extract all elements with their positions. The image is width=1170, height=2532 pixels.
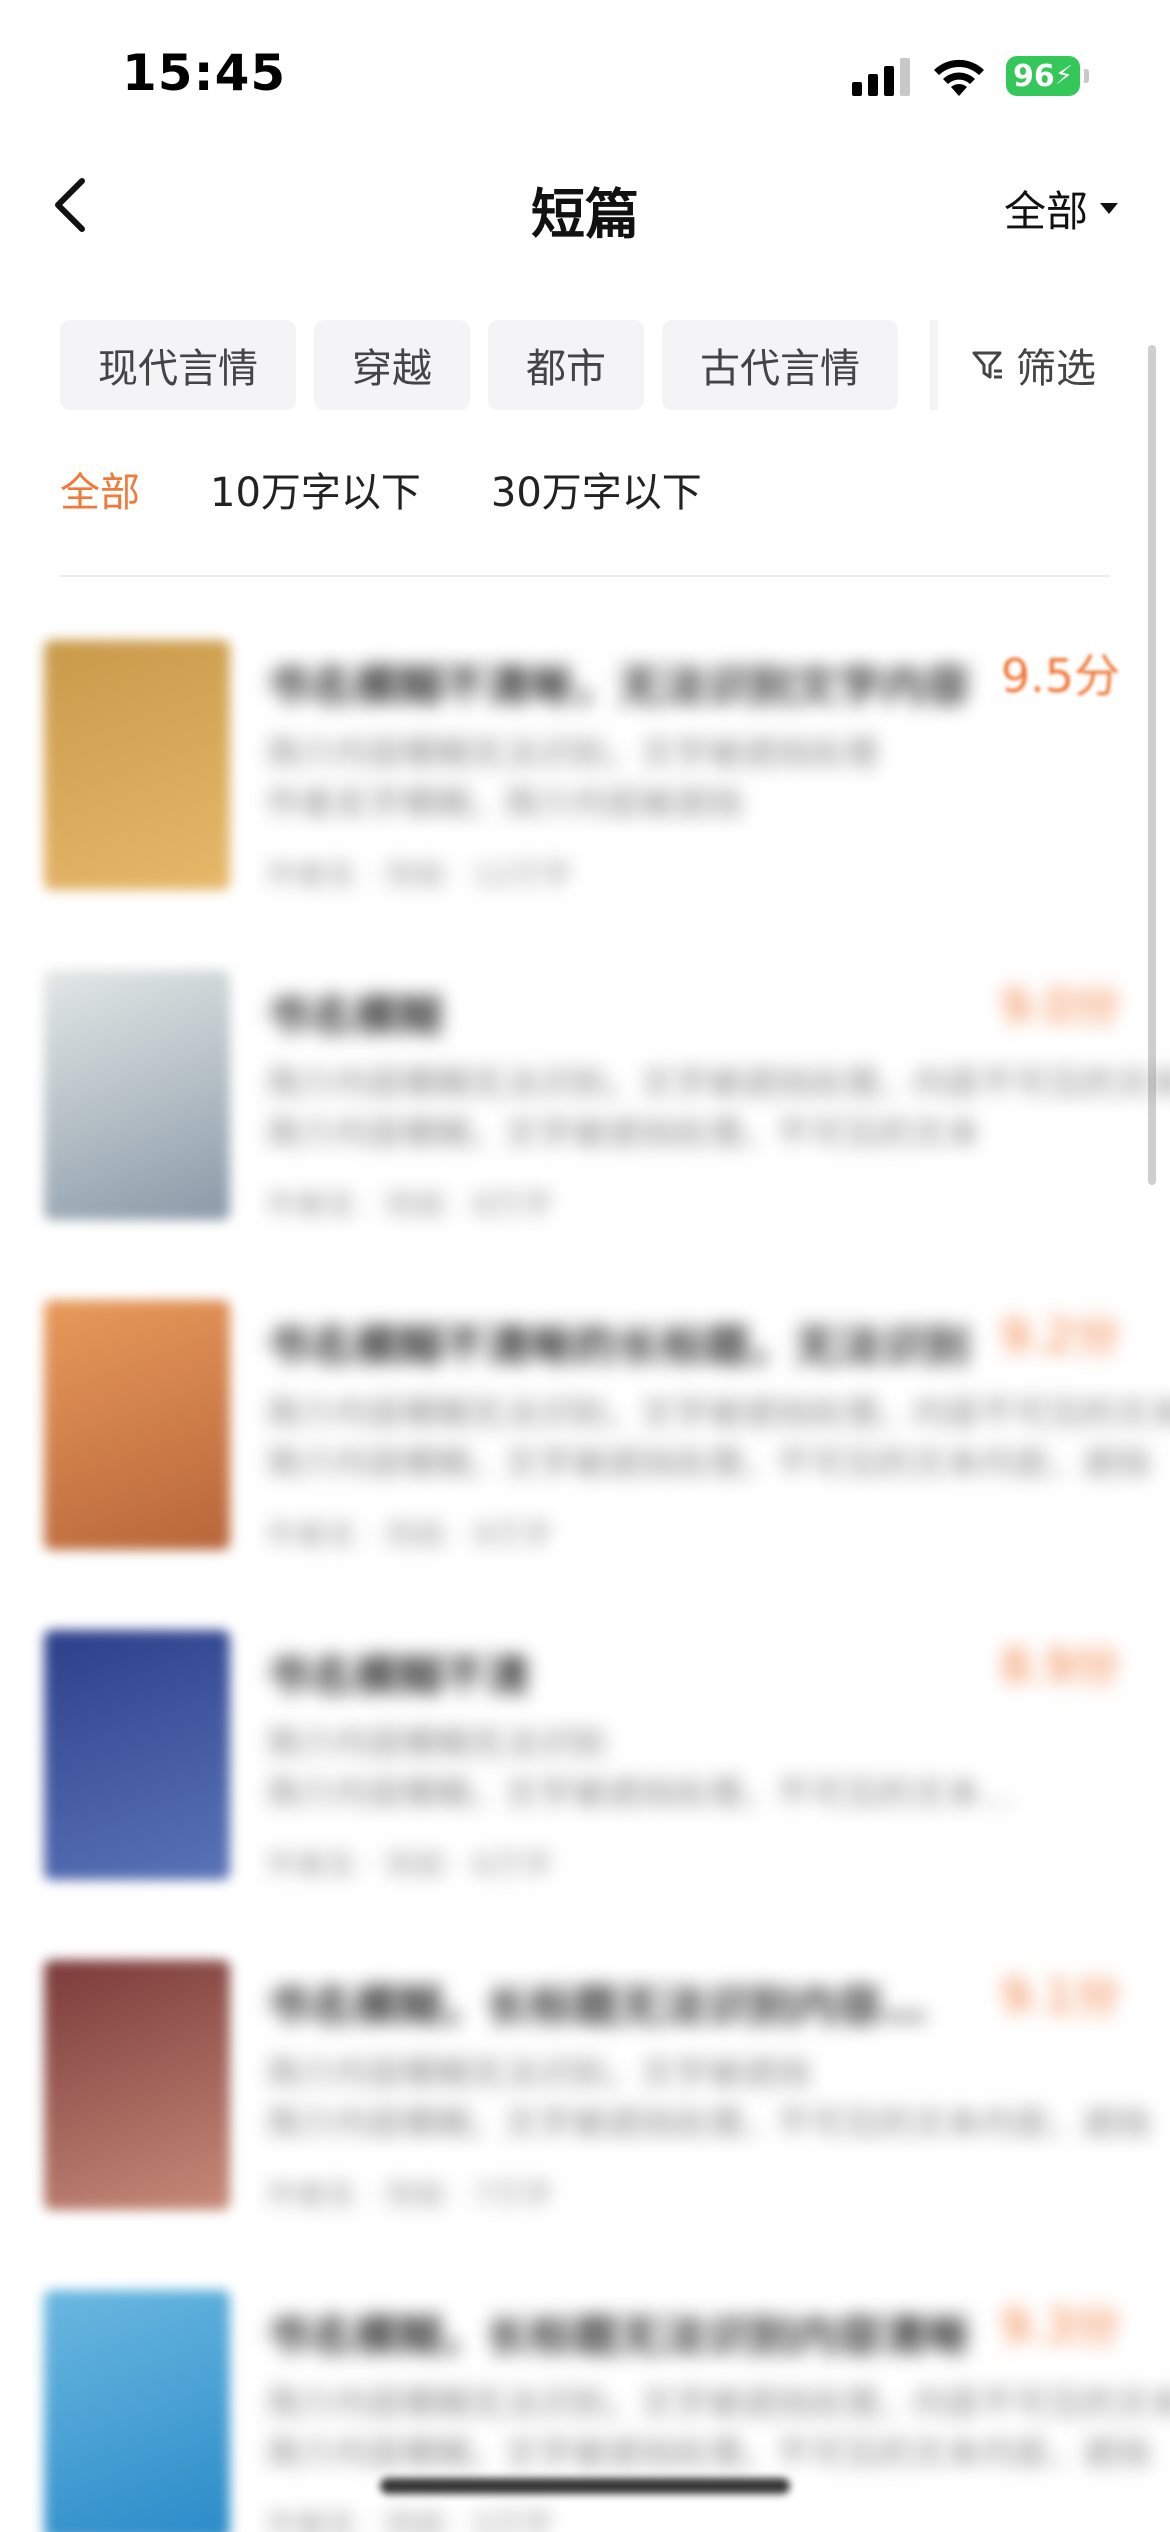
- battery-level: 96: [1012, 58, 1055, 94]
- book-meta: 作者名 · 完结 · 8万字: [266, 1188, 553, 1223]
- category-chip-modern-romance[interactable]: 现代言情: [60, 320, 296, 410]
- book-summary-line: 作者名字模糊，简介内容被遮挡: [266, 784, 742, 824]
- book-summary-line: 简介内容模糊无法识别，文字被遮挡处理，内容不可见的文本: [266, 2384, 1170, 2424]
- book-cover: [44, 1300, 230, 1550]
- book-score: 9.3分: [1000, 2299, 1120, 2353]
- book-meta: 作者名 · 完结 · 12万字: [266, 858, 572, 893]
- word-count-tab-under-300k[interactable]: 30万字以下: [491, 460, 702, 518]
- filter-button-label: 筛选: [1016, 346, 1096, 392]
- book-score: 8.9分: [1000, 1639, 1120, 1693]
- book-summary-line: 简介内容模糊无法识别，文字被遮挡处理，内容不可见的文本: [266, 1064, 1170, 1104]
- category-chip-ancient-romance[interactable]: 古代言情: [662, 320, 898, 410]
- book-meta: 作者名 · 完结 · 5万字: [266, 2508, 553, 2532]
- book-score: 9.0分: [1000, 979, 1120, 1033]
- book-item[interactable]: 书名模糊，长标题无法识别内容… 简介内容模糊无法识别，文字被遮挡 简介内容模糊，…: [0, 1950, 1170, 2280]
- book-summary-line: 简介内容模糊，文字被遮挡处理，不可见的文本内容，遮挡: [266, 1444, 1150, 1484]
- book-cover: [44, 1960, 230, 2210]
- book-item[interactable]: 书名模糊不清晰，无法识别文字内容 简介内容模糊无法识别，文字被遮挡处理 作者名字…: [0, 630, 1170, 960]
- battery-icon: 96 ⚡: [1006, 56, 1080, 96]
- wifi-icon: [934, 59, 984, 96]
- book-title: 书名模糊: [266, 991, 442, 1042]
- book-meta: 作者名 · 完结 · 6万字: [266, 1848, 553, 1883]
- book-score: 9.5分: [1000, 649, 1120, 703]
- book-item[interactable]: 书名模糊不清 简介内容模糊无法识别 简介内容模糊，文字被遮挡处理，不可见的文本……: [0, 1620, 1170, 1950]
- nav-filter-dropdown[interactable]: 全部: [1004, 178, 1118, 239]
- book-cover: [44, 640, 230, 890]
- funnel-icon: [972, 351, 1002, 379]
- category-chip-time-travel[interactable]: 穿越: [314, 320, 470, 410]
- book-meta: 作者名 · 完结 · 9万字: [266, 1518, 553, 1553]
- page: 15:45 96 ⚡ 短篇 全部 现代言情 穿越 都市 古代言情 筛选 全部 1…: [0, 0, 1170, 2532]
- book-score: 9.2分: [1000, 1309, 1120, 1363]
- book-summary-line: 简介内容模糊，文字被遮挡处理，不可见的文本: [266, 1114, 980, 1154]
- book-item[interactable]: 书名模糊不清晰的长标题，无法识别 简介内容模糊无法识别，文字被遮挡处理，内容不可…: [0, 1290, 1170, 1620]
- book-summary-line: 简介内容模糊，文字被遮挡处理，不可见的文本内容，遮挡: [266, 2434, 1150, 2474]
- book-summary-line: 简介内容模糊无法识别，文字被遮挡处理，内容不可见的文本内容: [266, 1394, 1170, 1434]
- book-cover: [44, 1630, 230, 1880]
- nav-filter-label: 全部: [1003, 187, 1088, 236]
- category-chips: 现代言情 穿越 都市 古代言情: [60, 320, 898, 410]
- word-count-tabs: 全部 10万字以下 30万字以下: [60, 460, 702, 518]
- page-title: 短篇: [531, 183, 639, 246]
- home-indicator[interactable]: [380, 2478, 790, 2494]
- book-summary-line: 简介内容模糊无法识别，文字被遮挡: [266, 2054, 810, 2094]
- book-list: 书名模糊不清晰，无法识别文字内容 简介内容模糊无法识别，文字被遮挡处理 作者名字…: [0, 630, 1170, 2532]
- word-count-tab-under-100k[interactable]: 10万字以下: [210, 460, 421, 518]
- nav-bar: 短篇 全部: [0, 150, 1170, 260]
- book-title: 书名模糊不清: [266, 1651, 530, 1702]
- book-meta: 作者名 · 完结 · 7万字: [266, 2178, 553, 2213]
- category-chip-urban[interactable]: 都市: [488, 320, 644, 410]
- book-summary-line: 简介内容模糊无法识别，文字被遮挡处理: [266, 734, 878, 774]
- battery-tip: [1084, 69, 1089, 83]
- book-summary-line: 简介内容模糊无法识别: [266, 1724, 606, 1764]
- book-item[interactable]: 书名模糊，长标题无法识别内容清晰 简介内容模糊无法识别，文字被遮挡处理，内容不可…: [0, 2280, 1170, 2532]
- caret-down-icon: [1100, 203, 1118, 214]
- filter-button[interactable]: 筛选: [930, 320, 1128, 410]
- book-title: 书名模糊，长标题无法识别内容清晰: [266, 2311, 970, 2362]
- book-title: 书名模糊，长标题无法识别内容…: [266, 1981, 926, 2032]
- status-time: 15:45: [122, 44, 287, 102]
- book-item[interactable]: 书名模糊 简介内容模糊无法识别，文字被遮挡处理，内容不可见的文本 简介内容模糊，…: [0, 960, 1170, 1290]
- book-cover: [44, 2290, 230, 2532]
- book-summary-line: 简介内容模糊，文字被遮挡处理，不可见的文本内容，遮挡: [266, 2104, 1150, 2144]
- book-title: 书名模糊不清晰，无法识别文字内容: [266, 661, 970, 712]
- book-summary-line: 简介内容模糊，文字被遮挡处理，不可见的文本…: [266, 1774, 1014, 1814]
- book-title: 书名模糊不清晰的长标题，无法识别: [266, 1321, 970, 1372]
- divider: [60, 575, 1110, 577]
- book-cover: [44, 970, 230, 1220]
- book-score: 9.1分: [1000, 1969, 1120, 2023]
- status-bar: 15:45 96 ⚡: [0, 0, 1170, 150]
- word-count-tab-all[interactable]: 全部: [60, 460, 140, 518]
- cellular-signal-icon: [852, 58, 910, 96]
